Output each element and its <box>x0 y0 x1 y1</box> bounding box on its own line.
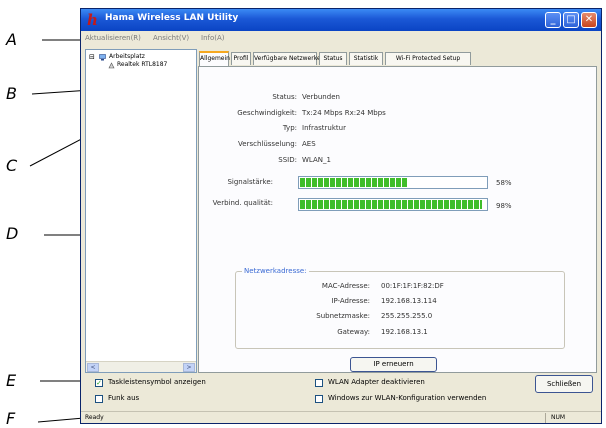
subnet-value: 255.255.255.0 <box>381 312 433 320</box>
callout-a: A <box>6 30 17 49</box>
checkmark-icon: ✓ <box>96 379 102 387</box>
radio-off-label: Funk aus <box>108 394 140 402</box>
wireless-adapter-icon <box>108 62 115 69</box>
general-tab-panel: Status: Verbunden Geschwindigkeit: Tx:24… <box>198 66 597 373</box>
quality-label: Verbind. qualität: <box>212 199 273 207</box>
scroll-right-icon[interactable]: > <box>183 363 195 372</box>
status-divider <box>545 413 546 423</box>
disable-adapter-label: WLAN Adapter deaktivieren <box>328 378 425 386</box>
callout-d: D <box>6 224 19 243</box>
adapter-tree: ⊟ Arbeitsplatz Realtek RTL8187 < > <box>85 49 197 373</box>
status-label: Status: <box>272 93 297 101</box>
renew-ip-button[interactable]: IP erneuern <box>350 357 437 372</box>
callout-b: B <box>6 84 17 103</box>
signal-percent: 58% <box>496 179 512 187</box>
taskbar-icon-checkbox[interactable]: ✓ <box>95 379 103 387</box>
computer-icon <box>99 54 106 61</box>
minimize-button[interactable]: _ <box>545 12 561 28</box>
maximize-button[interactable]: □ <box>563 12 579 28</box>
ssid-value: WLAN_1 <box>302 156 331 164</box>
signal-strength-fill <box>300 178 408 187</box>
mac-label: MAC-Adresse: <box>321 282 370 290</box>
quality-percent: 98% <box>496 202 512 210</box>
status-value: Verbunden <box>302 93 340 101</box>
encryption-label: Verschlüsselung: <box>238 140 297 148</box>
close-button[interactable]: Schließen <box>535 375 593 393</box>
type-value: Infrastruktur <box>302 124 346 132</box>
window-close-button[interactable]: ✕ <box>581 12 597 28</box>
title-bar[interactable]: h Hama Wireless LAN Utility _ □ ✕ <box>81 9 601 31</box>
network-address-title: Netzwerkadresse: <box>242 267 309 275</box>
windows-config-label: Windows zur WLAN-Konfiguration verwenden <box>328 394 487 402</box>
ssid-label: SSID: <box>278 156 297 164</box>
disable-adapter-checkbox[interactable] <box>315 379 323 387</box>
type-label: Typ: <box>282 124 297 132</box>
tree-item-adapter[interactable]: Realtek RTL8187 <box>117 61 167 68</box>
windows-config-checkbox[interactable] <box>315 395 323 403</box>
callout-e: E <box>6 371 17 390</box>
tab-statistics[interactable]: Statistik <box>349 52 383 65</box>
link-quality-fill <box>300 200 482 209</box>
subnet-label: Subnetzmaske: <box>316 312 370 320</box>
gateway-value: 192.168.13.1 <box>381 328 428 336</box>
window-title: Hama Wireless LAN Utility <box>105 13 239 23</box>
callout-c: C <box>6 156 18 175</box>
scroll-left-icon[interactable]: < <box>87 363 99 372</box>
menu-info[interactable]: Info(A) <box>201 34 225 42</box>
mac-value: 00:1F:1F:1F:82:DF <box>381 282 444 290</box>
status-text: Ready <box>85 414 104 421</box>
tab-status[interactable]: Status <box>319 52 347 65</box>
tree-collapse-icon[interactable]: ⊟ <box>89 53 95 61</box>
horizontal-scrollbar[interactable]: < > <box>86 361 196 372</box>
hama-logo-icon: h <box>87 11 98 29</box>
status-bar: Ready NUM <box>81 411 601 423</box>
menu-refresh[interactable]: Aktualisieren(R) <box>85 34 141 42</box>
network-address-group: Netzwerkadresse: MAC-Adresse: 00:1F:1F:1… <box>235 267 565 349</box>
tab-available-networks[interactable]: Verfügbare Netzwerke <box>253 52 321 65</box>
menu-view[interactable]: Ansicht(V) <box>153 34 189 42</box>
callout-line-f <box>37 417 85 423</box>
gateway-label: Gateway: <box>337 328 370 336</box>
callout-f: F <box>6 409 16 428</box>
tab-wps[interactable]: Wi-Fi Protected Setup <box>385 52 471 65</box>
tab-general[interactable]: Allgemein <box>199 51 230 66</box>
speed-label: Geschwindigkeit: <box>237 109 297 117</box>
radio-off-checkbox[interactable] <box>95 395 103 403</box>
app-window: h Hama Wireless LAN Utility _ □ ✕ Aktual… <box>80 8 602 424</box>
menu-bar: Aktualisieren(R) Ansicht(V) Info(A) <box>81 31 601 47</box>
speed-value: Tx:24 Mbps Rx:24 Mbps <box>302 109 386 117</box>
tab-profile[interactable]: Profil <box>231 52 251 65</box>
link-quality-bar <box>298 198 488 211</box>
encryption-value: AES <box>302 140 316 148</box>
tree-item-workstation[interactable]: Arbeitsplatz <box>109 53 145 60</box>
signal-label: Signalstärke: <box>227 178 273 186</box>
signal-strength-bar <box>298 176 488 189</box>
taskbar-icon-label: Taskleistensymbol anzeigen <box>108 378 206 386</box>
ip-label: IP-Adresse: <box>331 297 370 305</box>
num-lock-indicator: NUM <box>551 414 566 421</box>
ip-value: 192.168.13.114 <box>381 297 437 305</box>
